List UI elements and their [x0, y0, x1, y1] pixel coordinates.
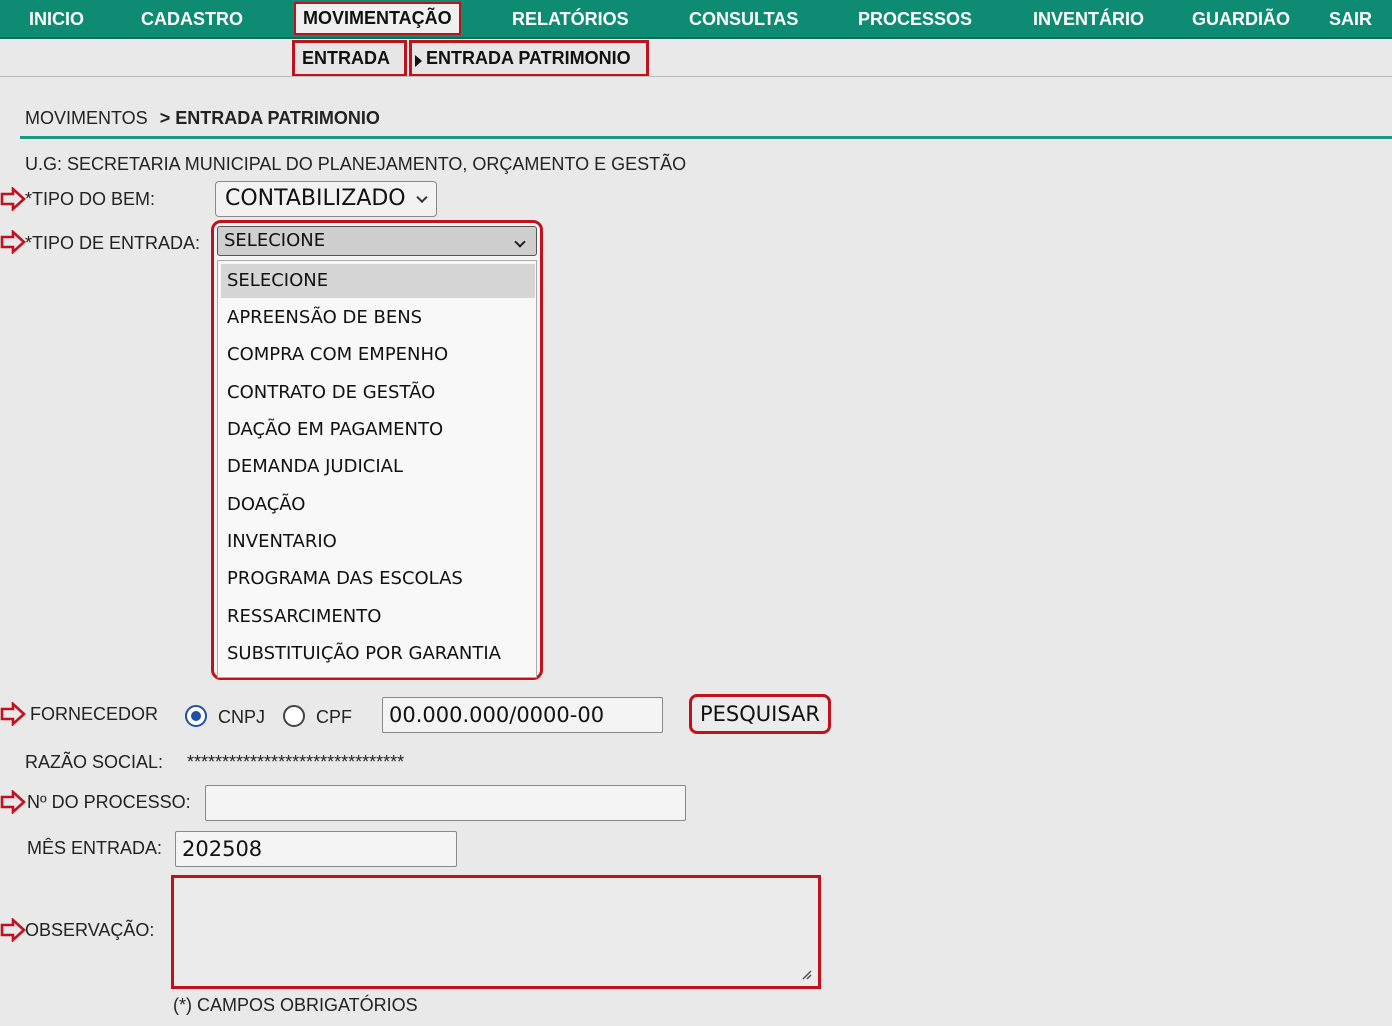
- tipo-bem-select[interactable]: CONTABILIZADO: [215, 181, 437, 217]
- fornecedor-label: FORNECEDOR: [30, 704, 159, 724]
- option-demanda-judicial[interactable]: DEMANDA JUDICIAL: [221, 450, 535, 484]
- unidade-gestora: U.G: SECRETARIA MUNICIPAL DO PLANEJAMENT…: [25, 154, 687, 174]
- mes-entrada-label: MÊS ENTRADA:: [27, 838, 163, 858]
- option-substituicao-por-garantia[interactable]: SUBSTITUIÇÃO POR GARANTIA: [221, 637, 535, 671]
- tipo-entrada-label: *TIPO DE ENTRADA:: [25, 233, 201, 253]
- nav-sair[interactable]: SAIR: [1329, 0, 1372, 39]
- observacao-label: OBSERVAÇÃO:: [25, 920, 155, 940]
- razao-social-label: RAZÃO SOCIAL:: [25, 752, 164, 772]
- option-inventario[interactable]: INVENTARIO: [221, 525, 535, 559]
- option-ressarcimento[interactable]: RESSARCIMENTO: [221, 600, 535, 634]
- tipo-entrada-value: SELECIONE: [224, 230, 326, 251]
- tipo-entrada-options: SELECIONE APREENSÃO DE BENS COMPRA COM E…: [217, 260, 537, 678]
- breadcrumb-parent[interactable]: MOVIMENTOS: [25, 108, 148, 128]
- processo-input[interactable]: [205, 785, 686, 821]
- required-arrow-icon: [0, 702, 26, 726]
- required-arrow-icon: [0, 187, 26, 211]
- required-arrow-icon: [0, 918, 26, 942]
- cpf-radio[interactable]: [283, 705, 305, 727]
- nav-inventario[interactable]: INVENTÁRIO: [1033, 0, 1144, 39]
- documento-input[interactable]: 00.000.000/0000-00: [382, 697, 663, 733]
- processo-label: Nº DO PROCESSO:: [27, 792, 191, 812]
- nav-inicio[interactable]: INICIO: [29, 0, 84, 39]
- submenu-entrada-patrimonio-label: ENTRADA PATRIMONIO: [426, 48, 631, 68]
- tipo-entrada-select[interactable]: SELECIONE: [217, 226, 537, 256]
- option-contrato-de-gestao[interactable]: CONTRATO DE GESTÃO: [221, 376, 535, 410]
- nav-consultas[interactable]: CONSULTAS: [689, 0, 798, 39]
- cpf-label: CPF: [316, 707, 352, 727]
- razao-social-value: *******************************: [187, 752, 405, 772]
- nav-guardiao[interactable]: GUARDIÃO: [1192, 0, 1290, 39]
- cnpj-radio[interactable]: [185, 705, 207, 727]
- nav-relatorios[interactable]: RELATÓRIOS: [512, 0, 629, 39]
- tipo-entrada-dropdown: SELECIONE SELECIONE APREENSÃO DE BENS CO…: [211, 220, 543, 680]
- chevron-down-icon: [416, 191, 428, 204]
- chevron-down-icon: [514, 236, 526, 248]
- resize-handle-icon[interactable]: [800, 968, 812, 980]
- breadcrumb-current: > ENTRADA PATRIMONIO: [159, 108, 380, 128]
- mes-entrada-input[interactable]: 202508: [175, 831, 457, 867]
- tipo-bem-value: CONTABILIZADO: [225, 186, 406, 211]
- nav-movimentacao[interactable]: MOVIMENTAÇÃO: [294, 2, 461, 35]
- nav-cadastro[interactable]: CADASTRO: [141, 0, 243, 39]
- option-apreensao-de-bens[interactable]: APREENSÃO DE BENS: [221, 301, 535, 335]
- option-doacao[interactable]: DOAÇÃO: [221, 488, 535, 522]
- required-arrow-icon: [0, 230, 26, 254]
- cnpj-label: CNPJ: [218, 707, 266, 727]
- menu-divider: [0, 76, 1392, 77]
- option-selecione[interactable]: SELECIONE: [221, 264, 535, 298]
- tipo-bem-label: *TIPO DO BEM:: [25, 189, 156, 209]
- option-dacao-em-pagamento[interactable]: DAÇÃO EM PAGAMENTO: [221, 413, 535, 447]
- pesquisar-button[interactable]: PESQUISAR: [689, 694, 831, 734]
- option-compra-com-empenho[interactable]: COMPRA COM EMPENHO: [221, 338, 535, 372]
- caret-right-icon: [415, 55, 422, 67]
- option-programa-das-escolas[interactable]: PROGRAMA DAS ESCOLAS: [221, 562, 535, 596]
- required-arrow-icon: [0, 790, 26, 814]
- nav-processos[interactable]: PROCESSOS: [858, 0, 972, 39]
- top-nav: INICIO CADASTRO MOVIMENTAÇÃO RELATÓRIOS …: [0, 0, 1392, 39]
- breadcrumb: MOVIMENTOS > ENTRADA PATRIMONIO: [25, 108, 380, 129]
- submenu-entrada-patrimonio[interactable]: ENTRADA PATRIMONIO: [409, 40, 649, 77]
- submenu-entrada[interactable]: ENTRADA: [292, 40, 407, 77]
- section-rule: [20, 136, 1392, 139]
- required-fields-note: (*) CAMPOS OBRIGATÓRIOS: [173, 995, 418, 1015]
- observacao-textarea[interactable]: [171, 875, 821, 989]
